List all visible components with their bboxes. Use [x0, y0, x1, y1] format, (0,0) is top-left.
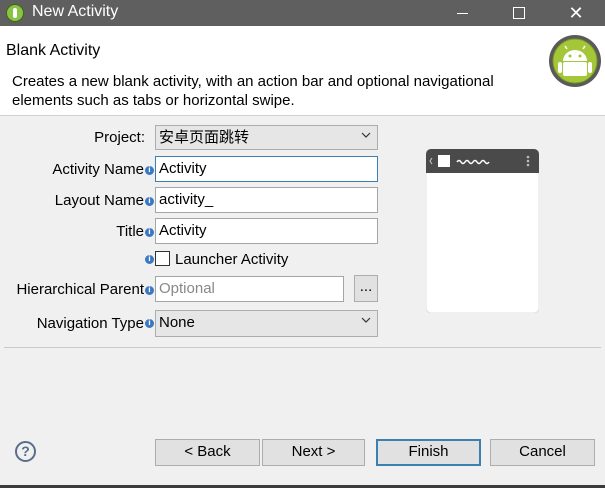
close-button[interactable]: ✕ [553, 0, 599, 26]
info-icon: i [145, 319, 154, 328]
maximize-button[interactable] [496, 0, 542, 26]
info-icon: i [145, 255, 154, 264]
layout-name-label: Layout Name [54, 192, 144, 209]
android-app-icon [6, 4, 24, 22]
chevron-down-icon [361, 317, 371, 323]
next-button[interactable]: Next > [262, 439, 365, 466]
title-input[interactable]: Activity [155, 218, 378, 244]
separator [4, 347, 601, 348]
info-icon: i [145, 197, 154, 206]
launcher-activity-label: Launcher Activity [175, 251, 289, 268]
help-icon[interactable]: ? [15, 441, 36, 462]
layout-name-input[interactable]: activity_ [155, 187, 378, 213]
activity-name-input[interactable]: Activity [155, 156, 378, 182]
project-value: 安卓页面跳转 [159, 129, 250, 146]
browse-button[interactable]: ... [354, 275, 378, 302]
hierarchical-parent-label: Hierarchical Parent [16, 281, 144, 298]
activity-preview-image [426, 149, 539, 313]
project-label: Project: [94, 129, 145, 146]
back-button[interactable]: < Back [155, 439, 260, 466]
page-description: Creates a new blank activity, with an ac… [12, 73, 494, 109]
hierarchical-parent-input[interactable]: Optional [155, 276, 344, 302]
window-title: New Activity [32, 3, 119, 20]
info-icon: i [145, 228, 154, 237]
title-bar: New Activity ✕ [0, 0, 605, 26]
minimize-button[interactable] [440, 0, 486, 26]
activity-name-label: Activity Name [52, 161, 144, 178]
title-label: Title [116, 223, 144, 240]
navigation-type-select[interactable]: None [155, 310, 378, 337]
page-title: Blank Activity [6, 42, 101, 59]
android-logo-icon [549, 35, 601, 87]
launcher-activity-checkbox[interactable] [155, 251, 170, 266]
info-icon: i [145, 286, 154, 295]
cancel-button[interactable]: Cancel [490, 439, 595, 466]
info-icon: i [145, 166, 154, 175]
navigation-type-label: Navigation Type [36, 315, 144, 332]
chevron-down-icon [361, 132, 371, 138]
navigation-type-value: None [159, 314, 195, 331]
project-select[interactable]: 安卓页面跳转 [155, 125, 378, 150]
finish-button[interactable]: Finish [376, 439, 481, 466]
wizard-header: Blank Activity Creates a new blank activ… [0, 26, 605, 116]
